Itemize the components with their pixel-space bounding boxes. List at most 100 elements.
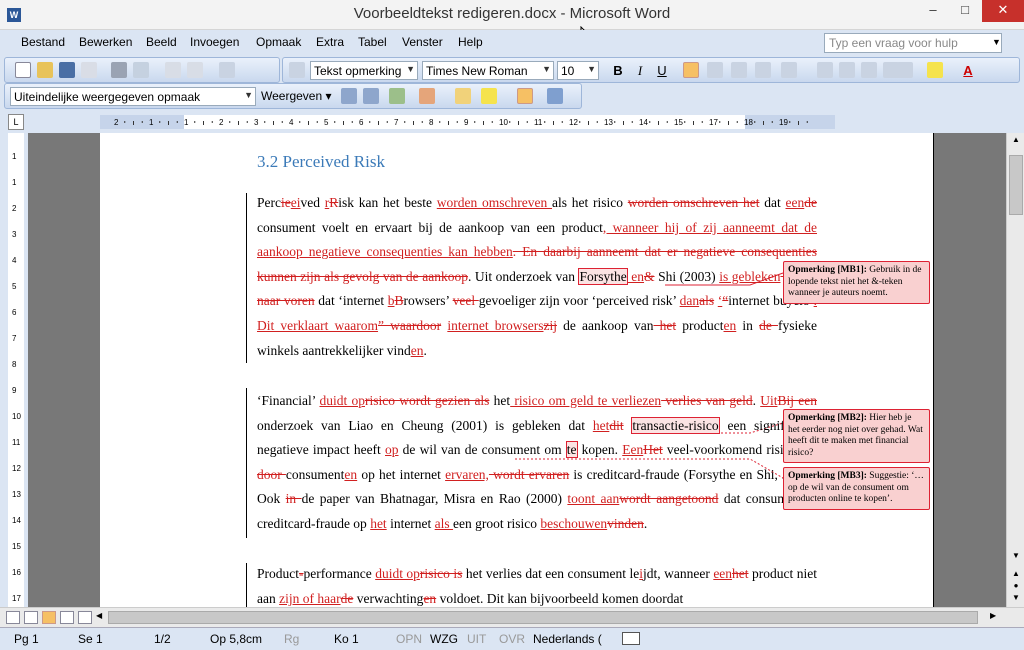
previous-change-icon[interactable]: [341, 88, 357, 104]
ruler-tick-label: 6: [359, 118, 364, 127]
scroll-thumb[interactable]: [1009, 155, 1023, 215]
menu-beeld[interactable]: Beeld: [146, 35, 177, 49]
menu-invoegen[interactable]: Invoegen: [190, 35, 239, 49]
spelling-status-icon[interactable]: [622, 632, 640, 645]
text-run: voldoet. Dit kan bijvoorbeeld komen door…: [436, 590, 684, 606]
print-icon[interactable]: [111, 62, 127, 78]
comment-anchor[interactable]: Forsythe: [578, 267, 628, 285]
comment-balloon-mb1[interactable]: Opmerking [MB1]: Gebruik in de lopende t…: [783, 261, 930, 304]
paragraph-3[interactable]: Product-performance duidt oprisico is he…: [257, 562, 817, 607]
inserted-text: als: [434, 515, 454, 531]
status-overtype[interactable]: OVR: [499, 632, 525, 646]
chevron-down-icon: ▼: [244, 90, 253, 100]
status-track-changes[interactable]: WZG: [430, 632, 458, 646]
scroll-up-icon[interactable]: ▲: [1009, 135, 1023, 149]
text-run: internet: [386, 515, 435, 531]
menu-tabel[interactable]: Tabel: [358, 35, 387, 49]
comment-balloon-mb3[interactable]: Opmerking [MB3]: Suggestie: ‘…op de wil …: [783, 467, 930, 510]
paragraph-1[interactable]: Percieeived rRisk kan het beste worden o…: [257, 191, 817, 363]
deleted-text: verlies van geld: [661, 393, 753, 408]
previous-page-icon[interactable]: ▲: [1009, 569, 1023, 581]
normal-view-icon[interactable]: [6, 611, 20, 624]
print-layout-icon[interactable]: [42, 611, 56, 624]
align-center-icon[interactable]: [707, 62, 723, 78]
close-button[interactable]: ✕: [982, 0, 1024, 22]
next-page-icon[interactable]: ▼: [1009, 593, 1023, 605]
vertical-scrollbar[interactable]: ▲ ▼ ▲ ● ▼: [1006, 133, 1024, 607]
tab-selector[interactable]: L: [8, 114, 24, 130]
styles-pane-icon[interactable]: [289, 62, 305, 78]
line-spacing-icon[interactable]: [781, 62, 797, 78]
menu-extra[interactable]: Extra: [316, 35, 344, 49]
vruler-tick-label: 2: [12, 204, 17, 213]
menu-bestand[interactable]: Bestand: [21, 35, 65, 49]
borders-icon[interactable]: [897, 62, 913, 78]
scroll-down-icon[interactable]: ▼: [1009, 551, 1023, 565]
new-document-icon[interactable]: [15, 62, 31, 78]
font-color-button[interactable]: A: [959, 62, 977, 80]
menu-venster[interactable]: Venster: [402, 35, 443, 49]
reading-layout-icon[interactable]: [78, 611, 92, 624]
align-left-icon[interactable]: [683, 62, 699, 78]
paragraph-2[interactable]: ‘Financial’ duidt oprisico wordt gezien …: [257, 389, 817, 537]
underline-button[interactable]: U: [653, 62, 671, 80]
bullets-icon[interactable]: [839, 62, 855, 78]
display-for-review-select[interactable]: Uiteindelijke weergegeven opmaak ▼: [10, 87, 256, 106]
document-area[interactable]: 3.2 Perceived Risk Percieeived rRisk kan…: [28, 133, 1006, 607]
italic-button[interactable]: I: [631, 62, 649, 80]
horizontal-ruler[interactable]: 2 1 1 2 3 4 5 6 7 8 9 10 11 12 13 14 15 17 18 19: [100, 115, 835, 129]
comment-balloon-mb2[interactable]: Opmerking [MB2]: Hier heb je het eerder …: [783, 409, 930, 463]
font-select[interactable]: Times New Roman ▼: [422, 61, 554, 80]
next-change-icon[interactable]: [363, 88, 379, 104]
help-search-input[interactable]: Typ een vraag voor hulp: [824, 33, 1002, 53]
comment-anchor[interactable]: transactie-risico: [631, 416, 720, 434]
bold-button[interactable]: B: [609, 62, 627, 80]
minimize-button[interactable]: –: [918, 0, 948, 22]
reject-change-icon[interactable]: [419, 88, 435, 104]
menu-help[interactable]: Help: [458, 35, 483, 49]
outline-view-icon[interactable]: [60, 611, 74, 624]
inserted-text: beschouwen: [540, 515, 608, 531]
status-record[interactable]: OPN: [396, 632, 422, 646]
web-layout-icon[interactable]: [24, 611, 38, 624]
style-select[interactable]: Tekst opmerking ▼: [310, 61, 418, 80]
status-extend[interactable]: UIT: [467, 632, 486, 646]
print-preview-icon[interactable]: [133, 62, 149, 78]
track-changes-icon[interactable]: [517, 88, 533, 104]
horizontal-scroll-thumb[interactable]: [108, 611, 978, 624]
vertical-ruler[interactable]: 1 1 2 3 4 5 6 7 8 9 10 11 12 13 14 15 16 17: [8, 133, 24, 607]
undo-icon[interactable]: [219, 62, 235, 78]
menu-opmaak[interactable]: Opmaak: [256, 35, 301, 49]
show-menu-button[interactable]: Weergeven ▾: [261, 89, 332, 103]
standard-toolbar: [4, 57, 280, 83]
accept-change-icon[interactable]: [389, 88, 405, 104]
save-icon[interactable]: [59, 62, 75, 78]
scroll-left-icon[interactable]: ◀: [96, 611, 102, 620]
help-dropdown-icon[interactable]: ▼: [992, 37, 1001, 47]
decrease-indent-icon[interactable]: [861, 62, 877, 78]
highlight-review-icon[interactable]: [481, 88, 497, 104]
text-run: de aankoop van: [556, 317, 654, 333]
font-size-select[interactable]: 10 ▼: [557, 61, 599, 80]
insert-comment-icon[interactable]: [455, 88, 471, 104]
status-language[interactable]: Nederlands (: [533, 632, 602, 646]
copy-icon[interactable]: [165, 62, 181, 78]
highlight-icon[interactable]: [927, 62, 943, 78]
paste-icon[interactable]: [187, 62, 203, 78]
numbering-icon[interactable]: [817, 62, 833, 78]
text-run: de paper van Bhatnagar, Misra en Rao (20…: [301, 491, 568, 507]
ruler-tick-label: 9: [464, 118, 469, 127]
maximize-button[interactable]: □: [950, 0, 980, 22]
horizontal-scrollbar[interactable]: ◀ ▶: [0, 607, 1024, 627]
menu-bewerken[interactable]: Bewerken: [79, 35, 132, 49]
scroll-right-icon[interactable]: ▶: [990, 611, 996, 620]
status-section: Se 1: [78, 632, 103, 646]
justify-icon[interactable]: [755, 62, 771, 78]
open-folder-icon[interactable]: [37, 62, 53, 78]
align-right-icon[interactable]: [731, 62, 747, 78]
browse-object-icon[interactable]: ●: [1009, 581, 1023, 593]
permission-icon[interactable]: [81, 62, 97, 78]
document-page[interactable]: 3.2 Perceived Risk Percieeived rRisk kan…: [100, 133, 934, 607]
comment-anchor[interactable]: te: [565, 441, 578, 459]
reviewing-pane-icon[interactable]: [547, 88, 563, 104]
